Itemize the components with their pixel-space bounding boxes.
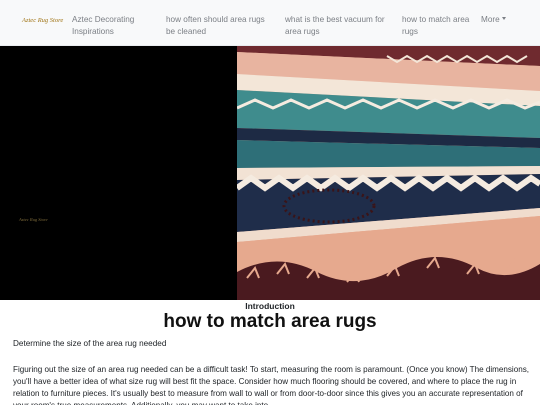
nav-link-rug-cleaning[interactable]: how often should area rugs be cleaned xyxy=(166,14,274,38)
section-label: Introduction xyxy=(245,301,295,311)
navbar: Aztec Rug Store Aztec Decorating Inspira… xyxy=(0,0,540,46)
hero-logo-text: Aztec Rug Store xyxy=(19,217,48,222)
nav-link-match-rugs[interactable]: how to match area rugs xyxy=(402,14,472,38)
caret-down-icon xyxy=(501,17,506,20)
more-label: More xyxy=(481,15,500,24)
nav-link-aztec-decorating[interactable]: Aztec Decorating Inspirations xyxy=(72,14,158,38)
brand-logo[interactable]: Aztec Rug Store xyxy=(22,17,63,24)
more-dropdown[interactable]: More xyxy=(481,14,506,26)
aztec-rug-photo xyxy=(237,46,540,300)
nav-link-vacuum[interactable]: what is the best vacuum for area rugs xyxy=(285,14,389,38)
rug-pattern-image xyxy=(237,46,540,300)
article-paragraph: Figuring out the size of an area rug nee… xyxy=(13,365,530,405)
section-subheading: Determine the size of the area rug neede… xyxy=(13,339,167,348)
page-title: how to match area rugs xyxy=(163,311,377,332)
hero-logo-panel: Aztec Rug Store xyxy=(0,46,237,300)
